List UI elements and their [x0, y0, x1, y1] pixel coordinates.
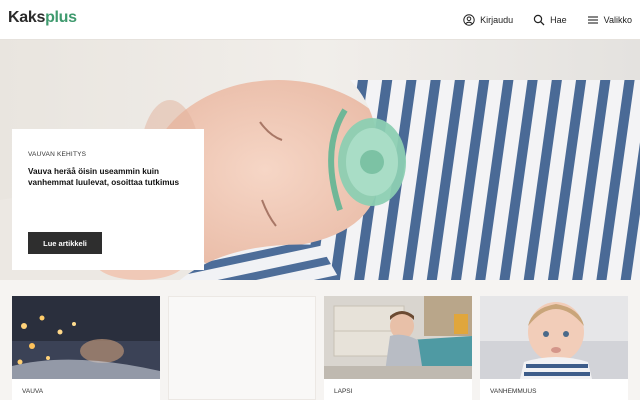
card-category: VAUVA — [22, 388, 44, 395]
article-card-vanhemmuus[interactable]: VANHEMMUUS — [480, 296, 628, 400]
article-card-vauva[interactable]: VAUVA — [12, 296, 160, 400]
card-image-night-lights — [12, 296, 160, 379]
site-logo[interactable]: Kaksplus — [8, 9, 77, 27]
menu-link[interactable]: Valikko — [587, 14, 632, 26]
hero-title[interactable]: Vauva heräå öisin useammin kuin vanhemma… — [28, 166, 188, 189]
user-icon — [463, 14, 475, 26]
header-nav: Kirjaudu Hae Valikko — [463, 0, 632, 40]
card-image-toddler-playing — [324, 296, 472, 379]
site-header: Kaksplus Kirjaudu Hae Valikko — [0, 0, 640, 40]
card-category: VANHEMMUUS — [490, 388, 537, 395]
search-icon — [533, 14, 545, 26]
article-card-placeholder — [168, 296, 316, 400]
search-link[interactable]: Hae — [533, 14, 567, 26]
hero-banner[interactable]: VAUVAN KEHITYS Vauva heräå öisin useammi… — [0, 40, 640, 280]
hero-category: VAUVAN KEHITYS — [28, 151, 87, 158]
login-label: Kirjaudu — [480, 15, 514, 25]
card-category: LAPSI — [334, 388, 353, 395]
article-card-lapsi[interactable]: LAPSI — [324, 296, 472, 400]
login-link[interactable]: Kirjaudu — [463, 14, 513, 26]
search-label: Hae — [550, 15, 567, 25]
article-card-row: VAUVA LAPSI VANHEMMUUS — [12, 296, 628, 400]
card-image-toddler-portrait — [480, 296, 628, 379]
hamburger-icon — [587, 16, 598, 24]
logo-text-plus: plus — [45, 9, 77, 26]
hero-article-card[interactable]: VAUVAN KEHITYS Vauva heräå öisin useammi… — [12, 129, 204, 270]
read-article-button[interactable]: Lue artikkeli — [28, 232, 102, 254]
logo-text-kaks: Kaks — [8, 9, 46, 26]
menu-label: Valikko — [603, 15, 632, 25]
